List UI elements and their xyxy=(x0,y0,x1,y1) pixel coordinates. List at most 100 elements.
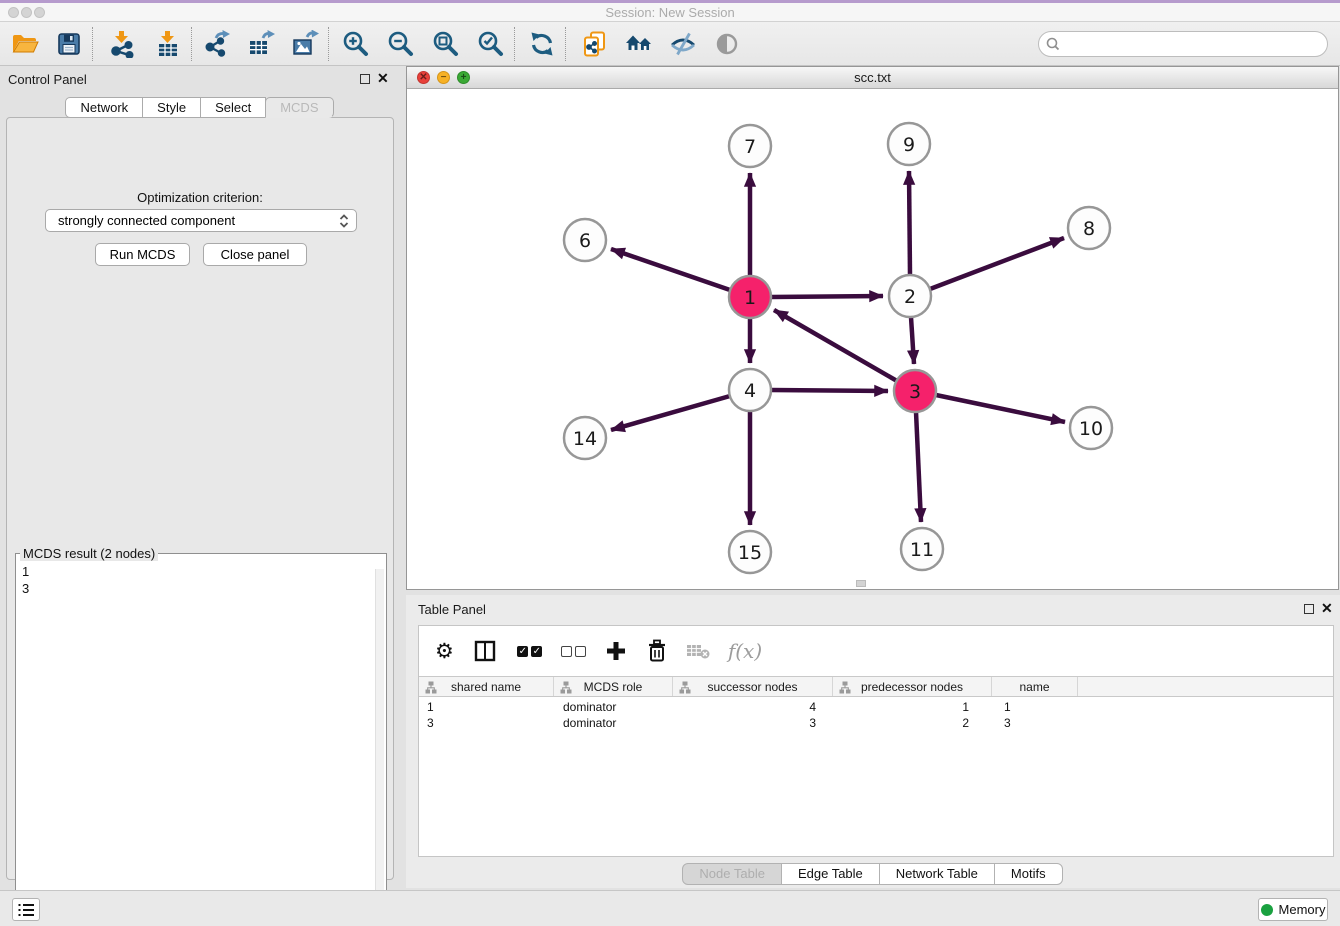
column-header-name[interactable]: name xyxy=(992,677,1078,696)
optimization-criterion-label: Optimization criterion: xyxy=(7,190,393,205)
refresh-layout-icon[interactable] xyxy=(527,29,557,59)
cell-predecessor-nodes[interactable]: 2 xyxy=(833,715,992,731)
edge-3-10[interactable] xyxy=(936,395,1065,422)
graph-node-8[interactable] xyxy=(1068,207,1110,249)
tab-network-table[interactable]: Network Table xyxy=(879,863,995,885)
close-panel-icon[interactable]: ✕ xyxy=(377,71,389,85)
edge-2-8[interactable] xyxy=(930,238,1064,289)
gear-icon[interactable]: ⚙ xyxy=(435,639,454,664)
column-header-predecessor-nodes[interactable]: predecessor nodes xyxy=(833,677,992,696)
cell-shared-name[interactable]: 3 xyxy=(419,715,554,731)
canvas-resize-grip[interactable] xyxy=(856,580,866,587)
tab-network[interactable]: Network xyxy=(65,97,143,118)
graph-node-6[interactable] xyxy=(564,219,606,261)
graph-node-15[interactable] xyxy=(729,531,771,573)
zoom-in-icon[interactable] xyxy=(341,29,371,59)
graph-node-3[interactable] xyxy=(894,370,936,412)
edge-2-3[interactable] xyxy=(911,317,914,364)
cell-mcds-role[interactable]: dominator xyxy=(554,715,673,731)
zoom-selected-icon[interactable] xyxy=(476,29,506,59)
column-header-filler xyxy=(1078,677,1333,696)
cell-name[interactable]: 3 xyxy=(992,715,1078,731)
graph-node-4[interactable] xyxy=(729,369,771,411)
application-window: Session: New Session xyxy=(0,0,1340,926)
toolbar-separator xyxy=(565,27,566,61)
table-row[interactable]: 3 dominator 3 2 3 xyxy=(419,715,1333,731)
close-table-panel-icon[interactable]: ✕ xyxy=(1321,601,1333,615)
edge-1-6[interactable] xyxy=(611,249,730,290)
float-table-panel-icon[interactable] xyxy=(1304,604,1314,614)
table-panel-tabs: Node Table Edge Table Network Table Moti… xyxy=(406,863,1340,885)
cell-name[interactable]: 1 xyxy=(992,699,1078,715)
network-window-titlebar[interactable]: ✕ − + scc.txt xyxy=(407,67,1338,89)
result-scrollbar[interactable] xyxy=(375,569,384,924)
edge-3-11[interactable] xyxy=(916,412,921,522)
toolbar-separator xyxy=(514,27,515,61)
close-panel-button[interactable]: Close panel xyxy=(203,243,307,266)
graph-node-9[interactable] xyxy=(888,123,930,165)
optimization-criterion-select[interactable]: strongly connected component xyxy=(45,209,357,232)
main-toolbar xyxy=(0,22,1340,66)
edge-1-2[interactable] xyxy=(771,296,883,297)
graph-node-10[interactable] xyxy=(1070,407,1112,449)
zoom-fit-icon[interactable] xyxy=(431,29,461,59)
import-table-icon[interactable] xyxy=(153,29,183,59)
mcds-result-box: MCDS result (2 nodes) 1 3 xyxy=(15,546,387,926)
edge-2-9[interactable] xyxy=(909,171,910,275)
save-icon[interactable] xyxy=(54,29,84,59)
column-label: successor nodes xyxy=(707,680,797,694)
cell-successor-nodes[interactable]: 3 xyxy=(673,715,833,731)
cell-successor-nodes[interactable]: 4 xyxy=(673,699,833,715)
export-table-icon[interactable] xyxy=(246,29,276,59)
cell-shared-name[interactable]: 1 xyxy=(419,699,554,715)
graphics-details-icon[interactable] xyxy=(668,29,698,59)
column-label: name xyxy=(1019,680,1049,694)
export-network-icon[interactable] xyxy=(202,29,232,59)
import-network-icon[interactable] xyxy=(107,29,137,59)
graph-node-7[interactable] xyxy=(729,125,771,167)
graph-node-14[interactable] xyxy=(564,417,606,459)
task-list-button[interactable] xyxy=(12,898,40,921)
open-folder-icon[interactable] xyxy=(10,29,40,59)
zoom-out-icon[interactable] xyxy=(386,29,416,59)
column-header-shared-name[interactable]: shared name xyxy=(419,677,554,696)
export-image-icon[interactable] xyxy=(290,29,320,59)
network-canvas[interactable]: 1 2 3 4 6 7 8 9 10 xyxy=(407,89,1338,589)
tab-select[interactable]: Select xyxy=(200,97,266,118)
tab-style[interactable]: Style xyxy=(142,97,201,118)
clone-network-icon[interactable] xyxy=(580,29,610,59)
cell-mcds-role[interactable]: dominator xyxy=(554,699,673,715)
float-panel-icon[interactable] xyxy=(360,74,370,84)
edge-4-14[interactable] xyxy=(611,396,730,430)
select-all-icon[interactable]: ✓✓ xyxy=(516,646,544,657)
search-input[interactable] xyxy=(1065,37,1327,52)
toggle-panel-icon[interactable] xyxy=(474,640,496,662)
mcds-result-line: 3 xyxy=(22,580,29,597)
mcds-panel-body: Optimization criterion: strongly connect… xyxy=(6,117,394,880)
list-icon xyxy=(18,903,34,917)
navigator-icon[interactable] xyxy=(712,29,742,59)
add-column-icon[interactable] xyxy=(604,639,628,663)
tab-node-table[interactable]: Node Table xyxy=(682,863,782,885)
graph-node-2[interactable] xyxy=(889,275,931,317)
memory-label: Memory xyxy=(1279,902,1326,917)
column-header-successor-nodes[interactable]: successor nodes xyxy=(673,677,833,696)
table-row[interactable]: 1 dominator 4 1 1 xyxy=(419,699,1333,715)
graph-node-11[interactable] xyxy=(901,528,943,570)
run-mcds-button[interactable]: Run MCDS xyxy=(95,243,190,266)
trash-icon[interactable] xyxy=(646,639,668,663)
mcds-result-lines: 1 3 xyxy=(22,563,29,597)
column-header-mcds-role[interactable]: MCDS role xyxy=(554,677,673,696)
cell-predecessor-nodes[interactable]: 1 xyxy=(833,699,992,715)
edge-4-3[interactable] xyxy=(771,390,888,391)
network-view-window: ✕ − + scc.txt xyxy=(406,66,1339,590)
graph-node-1[interactable] xyxy=(729,276,771,318)
tab-edge-table[interactable]: Edge Table xyxy=(781,863,880,885)
control-panel-title: Control Panel xyxy=(8,72,87,87)
tab-motifs[interactable]: Motifs xyxy=(994,863,1063,885)
tab-mcds[interactable]: MCDS xyxy=(265,97,333,118)
home-houses-icon[interactable] xyxy=(624,29,654,59)
deselect-all-icon[interactable] xyxy=(560,646,588,657)
edge-3-1[interactable] xyxy=(774,310,897,381)
memory-button[interactable]: Memory xyxy=(1258,898,1328,921)
